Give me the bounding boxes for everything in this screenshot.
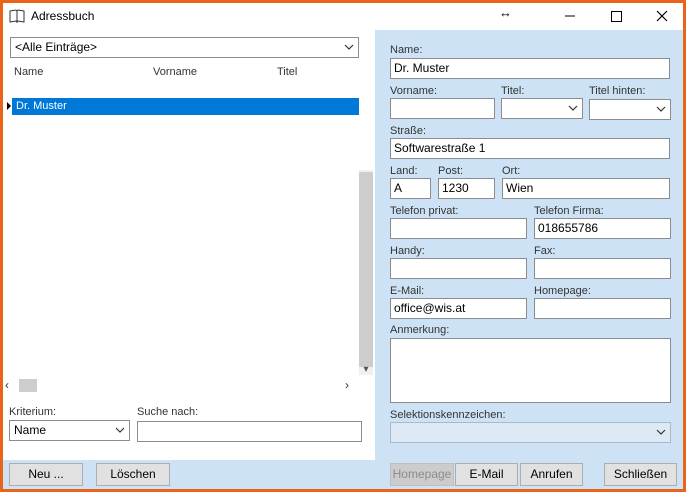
fax-field[interactable] <box>534 258 671 279</box>
window-title: Adressbuch <box>31 9 95 23</box>
detail-pane: Name: Dr. Muster Vorname: Titel: Titel h… <box>375 30 683 460</box>
email-label: E-Mail: <box>390 285 425 297</box>
name-field[interactable]: Dr. Muster <box>390 58 670 79</box>
chevron-down-icon <box>344 38 354 57</box>
filter-dropdown[interactable]: <Alle Einträge> <box>10 37 359 58</box>
filter-value: <Alle Einträge> <box>15 40 98 54</box>
fax-label: Fax: <box>534 245 556 257</box>
handy-field[interactable] <box>390 258 527 279</box>
chevron-down-icon <box>115 421 125 440</box>
column-header-vorname[interactable]: Vorname <box>153 66 197 78</box>
handy-label: Handy: <box>390 245 425 257</box>
homepage-label: Homepage: <box>534 285 591 297</box>
selektion-label: Selektionskennzeichen: <box>390 409 506 421</box>
maximize-icon <box>611 11 622 22</box>
vorname-label: Vorname: <box>390 85 438 97</box>
vertical-scrollbar-thumb[interactable] <box>359 172 373 367</box>
new-button[interactable]: Neu ... <box>9 463 83 486</box>
anmerkung-label: Anmerkung: <box>390 324 450 336</box>
book-icon <box>9 9 25 23</box>
scroll-down-icon[interactable]: ▾ <box>359 364 373 376</box>
titel-dropdown[interactable] <box>501 98 583 119</box>
minimize-button[interactable] <box>560 7 580 25</box>
scroll-left-icon[interactable]: ‹ <box>5 378 9 392</box>
kriterium-value: Name <box>14 423 47 437</box>
post-label: Post: <box>438 165 464 177</box>
titel-hinten-label: Titel hinten: <box>589 85 646 97</box>
name-label: Name: <box>390 44 423 56</box>
ort-field[interactable]: Wien <box>502 178 670 199</box>
land-label: Land: <box>390 165 418 177</box>
delete-button[interactable]: Löschen <box>96 463 170 486</box>
kriterium-dropdown[interactable]: Name <box>9 420 130 441</box>
horizontal-scrollbar-thumb[interactable] <box>19 379 37 392</box>
minimize-icon <box>565 15 575 17</box>
column-header-titel[interactable]: Titel <box>277 66 297 78</box>
anmerkung-textarea[interactable] <box>390 338 671 403</box>
post-field[interactable]: 1230 <box>438 178 495 199</box>
homepage-field[interactable] <box>534 298 671 319</box>
chevron-down-icon <box>656 423 666 442</box>
land-field[interactable]: A <box>390 178 431 199</box>
titel-label: Titel: <box>501 85 525 97</box>
strasse-field[interactable]: Softwarestraße 1 <box>390 138 670 159</box>
maximize-button[interactable] <box>606 7 626 25</box>
suche-label: Suche nach: <box>137 406 199 418</box>
email-button[interactable]: E-Mail <box>455 463 518 486</box>
search-input[interactable] <box>137 421 362 442</box>
close-dialog-button[interactable]: Schließen <box>604 463 677 486</box>
button-bar: Neu ... Löschen Homepage E-Mail Anrufen … <box>3 460 683 489</box>
telefon-firma-label: Telefon Firma: <box>534 205 604 217</box>
row-pointer-icon <box>7 102 11 110</box>
chevron-down-icon <box>656 100 666 119</box>
vorname-field[interactable] <box>390 98 495 119</box>
telefon-privat-field[interactable] <box>390 218 527 239</box>
telefon-privat-label: Telefon privat: <box>390 205 459 217</box>
address-book-window: Adressbuch ↔ <Alle Einträge> Name Vornam… <box>3 3 683 489</box>
row-name: Dr. Muster <box>16 100 67 112</box>
scroll-right-icon[interactable]: › <box>345 378 349 392</box>
title-bar[interactable]: Adressbuch ↔ <box>3 3 683 30</box>
titel-hinten-dropdown[interactable] <box>589 99 671 120</box>
selektion-dropdown[interactable] <box>390 422 671 443</box>
email-field[interactable]: office@wis.at <box>390 298 527 319</box>
strasse-label: Straße: <box>390 125 427 137</box>
close-icon <box>656 10 668 22</box>
list-pane: <Alle Einträge> Name Vorname Titel Dr. M… <box>3 30 375 460</box>
chevron-down-icon <box>568 99 578 118</box>
call-button[interactable]: Anrufen <box>520 463 583 486</box>
homepage-button[interactable]: Homepage <box>390 463 454 486</box>
table-row[interactable]: Dr. Muster <box>12 98 359 115</box>
resize-cursor-icon: ↔ <box>499 5 512 20</box>
horizontal-scrollbar[interactable] <box>3 378 359 392</box>
ort-label: Ort: <box>502 165 521 177</box>
telefon-firma-field[interactable]: 018655786 <box>534 218 671 239</box>
close-button[interactable] <box>652 7 672 25</box>
kriterium-label: Kriterium: <box>9 406 57 418</box>
column-header-name[interactable]: Name <box>14 66 43 78</box>
